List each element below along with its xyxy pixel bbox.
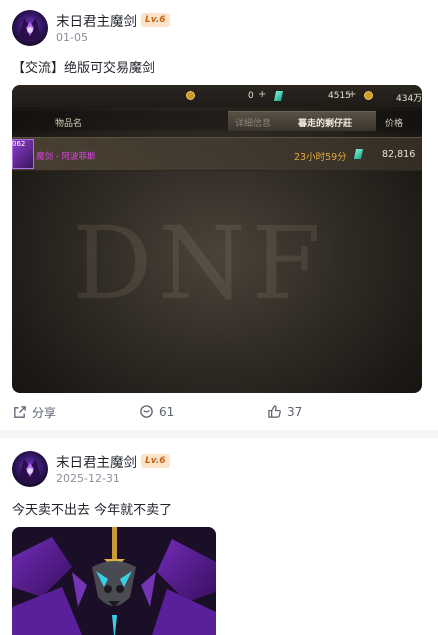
currency-1-value: 0 bbox=[248, 91, 254, 101]
comment-button[interactable]: 61 bbox=[139, 404, 174, 419]
post-image[interactable] bbox=[12, 527, 216, 635]
level-badge: Lv.6 bbox=[141, 454, 170, 468]
post-card[interactable]: 末日君主魔剑 Lv.6 01-05 【交流】绝版可交易魔剑 0 + 4515 +… bbox=[0, 0, 438, 430]
currency-3-value: 434万9 bbox=[396, 94, 422, 104]
time-left: 23小时59分 bbox=[294, 152, 347, 163]
demon-sword-artwork bbox=[12, 527, 216, 635]
level-badge: Lv.6 bbox=[141, 13, 170, 27]
like-icon bbox=[268, 405, 281, 418]
game-currency-bar bbox=[12, 85, 422, 107]
author-name[interactable]: 末日君主魔剑 bbox=[56, 10, 137, 30]
plus-icon: + bbox=[258, 89, 267, 100]
item-name: 魔剑 - 阿波菲斯 bbox=[36, 152, 96, 162]
avatar-image bbox=[18, 459, 42, 481]
comment-icon bbox=[140, 405, 153, 418]
like-count: 37 bbox=[287, 404, 303, 419]
item-stack-count: 062 bbox=[12, 140, 26, 148]
post-text: 今天卖不出去 今年就不卖了 bbox=[12, 503, 173, 518]
column-header-item: 物品名 bbox=[55, 119, 83, 129]
plus-icon: + bbox=[348, 89, 357, 100]
avatar[interactable] bbox=[12, 10, 48, 46]
column-header-detail: 详细信息 bbox=[235, 119, 272, 129]
column-header-price: 价格 bbox=[385, 119, 404, 129]
post-text: 【交流】绝版可交易魔剑 bbox=[12, 61, 156, 76]
avatar[interactable] bbox=[12, 451, 48, 487]
comment-count: 61 bbox=[159, 404, 175, 419]
author-name[interactable]: 末日君主魔剑 bbox=[56, 451, 137, 471]
share-label: 分享 bbox=[32, 406, 57, 420]
like-button[interactable]: 37 bbox=[267, 404, 302, 419]
column-header-time: 暮走的剩仔莊 bbox=[298, 119, 353, 129]
coin-icon bbox=[364, 91, 373, 100]
share-button[interactable]: 分享 bbox=[12, 404, 56, 421]
background-watermark: DNF bbox=[72, 205, 328, 322]
post-date: 01-05 bbox=[56, 31, 88, 44]
avatar-image bbox=[18, 18, 42, 40]
item-price: 82,816 bbox=[382, 149, 416, 160]
share-icon bbox=[14, 406, 26, 418]
coin-icon bbox=[186, 91, 195, 100]
post-date: 2025-12-31 bbox=[56, 472, 120, 485]
post-image-game-screenshot[interactable]: 0 + 4515 + 434万9 物品名 详细信息 暮走的剩仔莊 价格 062 … bbox=[12, 85, 422, 393]
